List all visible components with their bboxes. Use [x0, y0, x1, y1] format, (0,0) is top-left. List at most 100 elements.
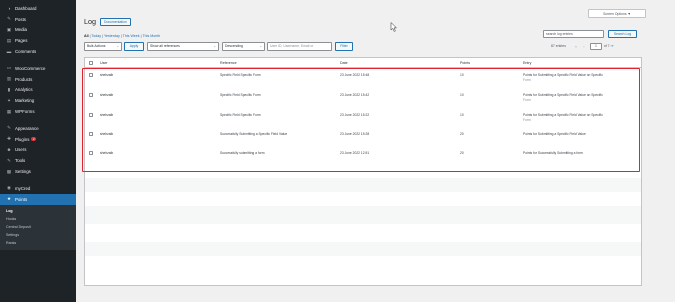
references-select[interactable]: Show all references ⌄ — [147, 42, 219, 51]
entry-cell: Points for Successfully Submitting a for… — [523, 151, 633, 155]
sidebar-item-label: Pages — [15, 38, 28, 44]
sidebar-item-pages[interactable]: ▤ Pages — [0, 35, 76, 46]
main-content: Screen Options ▼ Log Documentation All |… — [76, 0, 675, 302]
points-cell: 20 — [460, 132, 464, 137]
user-cell[interactable]: shehzaib — [100, 113, 113, 117]
sidebar-item-plugins[interactable]: ✚ Plugins 2 — [0, 134, 76, 145]
column-header-date[interactable]: Date — [340, 58, 348, 68]
appearance-icon: ✎ — [7, 125, 11, 131]
documentation-button[interactable]: Documentation — [100, 18, 131, 26]
user-cell[interactable]: shehzaib — [100, 73, 113, 77]
sidebar-item-comments[interactable]: ▬ Comments — [0, 46, 76, 57]
entry-cell: Points for Submitting a Specific Field V… — [523, 132, 633, 136]
filter-this-month-link[interactable]: This Month — [142, 34, 160, 38]
bulk-actions-label: Bulk Actions — [87, 44, 106, 49]
date-cell: 23 June 2022 15:42 — [340, 93, 370, 98]
order-select[interactable]: Descending ⌄ — [222, 42, 265, 51]
submenu-item-settings[interactable]: Settings — [0, 231, 76, 239]
column-header-reference[interactable]: Reference — [220, 58, 237, 68]
marketing-icon: ✦ — [7, 97, 11, 103]
apply-button[interactable]: Apply — [124, 42, 144, 51]
date-filter-links: All | Today | Yesterday | This Week | Th… — [84, 34, 160, 38]
order-label: Descending — [225, 44, 243, 49]
submenu-item-log[interactable]: Log — [0, 207, 76, 215]
sidebar-item-label: Users — [15, 147, 27, 153]
sidebar-item-tools[interactable]: ✎ Tools — [0, 155, 76, 166]
entry-text: Points for Submitting a Specific Field V… — [523, 132, 586, 137]
sidebar-item-label: Tools — [15, 158, 26, 164]
sidebar-item-label: WPForms — [15, 109, 35, 115]
sidebar-item-settings[interactable]: ▩ Settings — [0, 166, 76, 177]
row-checkbox[interactable] — [89, 113, 94, 118]
column-header-user[interactable]: User — [100, 58, 108, 68]
sidebar-item-products[interactable]: ▥ Products — [0, 74, 76, 85]
table-row: shehzaib Successfully Submitting a Specif… — [85, 131, 641, 147]
table-row: shehzaib Specific Field Specific Form 23 J… — [85, 112, 641, 128]
filter-this-week-link[interactable]: This Week — [123, 34, 140, 38]
page-title: Log — [84, 17, 96, 26]
entry-text-continued: Form — [523, 77, 531, 82]
select-all-checkbox[interactable] — [89, 60, 94, 65]
sidebar-item-woocommerce[interactable]: ▭ WooCommerce — [0, 63, 76, 74]
sidebar-item-points[interactable]: ★ Points — [0, 193, 76, 205]
submenu-item-hooks[interactable]: Hooks — [0, 215, 76, 223]
users-icon: ☻ — [6, 147, 12, 153]
sidebar-item-posts[interactable]: ✎ Posts — [0, 14, 76, 25]
filter-button[interactable]: Filter — [335, 42, 353, 51]
user-cell[interactable]: shehzaib — [100, 132, 113, 136]
sidebar-item-dashboard[interactable]: ◑ Dashboard — [0, 3, 76, 14]
log-table: User Reference Date Points Entry shehzai… — [84, 57, 642, 286]
chevron-down-icon: ⌄ — [259, 44, 262, 49]
sidebar-item-wpforms[interactable]: ▦ WPForms — [0, 106, 76, 117]
current-page-input[interactable]: 1 — [589, 42, 602, 50]
column-header-entry[interactable]: Entry — [523, 58, 531, 68]
sidebar-item-label: Analytics — [15, 87, 33, 93]
pin-icon: ✎ — [7, 16, 11, 22]
user-cell[interactable]: shehzaib — [100, 151, 113, 155]
dashboard-icon: ◑ — [7, 5, 11, 11]
screen-options-button[interactable]: Screen Options ▼ — [588, 9, 646, 18]
row-checkbox[interactable] — [89, 151, 94, 156]
entry-cell: Points for Submitting a Specific Field V… — [523, 93, 633, 102]
table-row: shehzaib Successfully submitting a form 23… — [85, 150, 641, 166]
bulk-actions-select[interactable]: Bulk Actions ⌄ — [84, 42, 122, 51]
entry-cell: Points for Submitting a Specific Field V… — [523, 73, 633, 82]
sidebar-item-label: Marketing — [15, 98, 35, 104]
submenu-item-ranks[interactable]: Ranks — [0, 239, 76, 247]
date-cell: 23 June 2022 15:48 — [340, 73, 370, 78]
user-filter-input[interactable]: User ID, Username, Email or — [267, 42, 332, 51]
submenu-item-central-deposit[interactable]: Central Deposit — [0, 223, 76, 231]
date-cell: 23 June 2022 15:28 — [340, 132, 370, 137]
row-checkbox[interactable] — [89, 132, 94, 137]
user-cell[interactable]: shehzaib — [100, 93, 113, 97]
search-log-button[interactable]: Search Log — [608, 30, 637, 38]
table-row: shehzaib Specific Field Specific Form 23 J… — [85, 92, 641, 108]
row-checkbox[interactable] — [89, 93, 94, 98]
first-page-icon[interactable]: « — [572, 44, 580, 49]
sidebar-item-appearance[interactable]: ✎ Appearance — [0, 123, 76, 134]
filter-today-link[interactable]: Today — [91, 34, 101, 38]
sidebar-item-label: myCred — [15, 185, 31, 191]
sidebar-item-users[interactable]: ☻ Users — [0, 145, 76, 156]
sidebar-item-mycred[interactable]: ◉ myCred — [0, 183, 76, 194]
star-icon: ★ — [6, 196, 12, 202]
search-input[interactable]: search log entries — [543, 30, 604, 38]
table-header: User Reference Date Points Entry — [85, 58, 641, 68]
date-cell: 23 June 2022 12:51 — [340, 151, 370, 156]
sidebar-item-media[interactable]: ▣ Media — [0, 25, 76, 36]
column-header-points[interactable]: Points — [460, 58, 470, 68]
date-cell: 23 June 2022 15:22 — [340, 113, 370, 118]
filter-yesterday-link[interactable]: Yesterday — [104, 34, 120, 38]
sidebar-item-marketing[interactable]: ✦ Marketing — [0, 95, 76, 106]
sidebar-item-analytics[interactable]: ▮ Analytics — [0, 85, 76, 96]
row-checkbox[interactable] — [89, 73, 94, 78]
tools-icon: ✎ — [7, 157, 11, 163]
reference-cell: Specific Field Specific Form — [220, 113, 261, 118]
points-cell: 10 — [460, 93, 464, 98]
prev-page-icon[interactable]: ‹ — [580, 44, 588, 49]
comments-icon: ▬ — [6, 49, 12, 55]
next-page-link[interactable]: ›» — [611, 44, 614, 48]
entries-count: 87 entries — [551, 44, 566, 49]
chevron-down-icon: ⌄ — [116, 44, 119, 49]
points-submenu: Log Hooks Central Deposit Settings Ranks — [0, 204, 76, 250]
